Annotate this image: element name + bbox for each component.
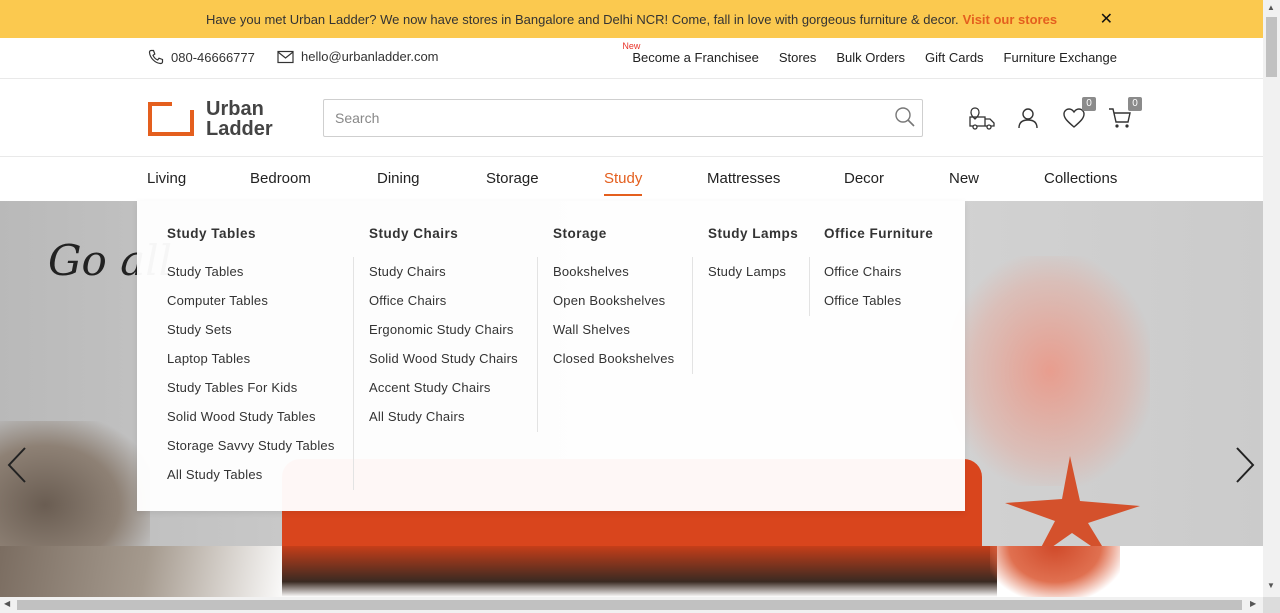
menu-column-title[interactable]: Office Furniture (824, 226, 933, 241)
email-contact[interactable]: hello@urbanladder.com (277, 49, 439, 64)
nav-item-collections[interactable]: Collections (1044, 170, 1117, 187)
menu-link[interactable]: Closed Bookshelves (553, 351, 674, 380)
menu-link[interactable]: All Study Tables (167, 467, 335, 496)
menu-link[interactable]: Office Tables (824, 293, 902, 322)
menu-column-list: Study Tables Computer Tables Study Sets … (167, 264, 335, 496)
hero-driftwood-lower (0, 546, 290, 597)
menu-link[interactable]: Study Sets (167, 322, 335, 351)
utility-bar: 080-46666777 hello@urbanladder.com New Be… (0, 38, 1263, 79)
menu-link[interactable]: All Study Chairs (369, 409, 518, 438)
menu-divider (809, 257, 810, 316)
menu-link[interactable]: Storage Savvy Study Tables (167, 438, 335, 467)
logo-text: Urban Ladder (206, 98, 273, 140)
stores-link[interactable]: Stores (779, 50, 817, 65)
logo-mark (148, 102, 194, 136)
main-nav: Living Bedroom Dining Storage Study Matt… (0, 157, 1263, 201)
menu-column-title[interactable]: Study Tables (167, 226, 256, 241)
menu-column-title[interactable]: Study Lamps (708, 226, 798, 241)
search-box (323, 99, 923, 137)
cart-count: 0 (1128, 97, 1142, 111)
bulk-orders-link[interactable]: Bulk Orders (836, 50, 905, 65)
menu-link[interactable]: Wall Shelves (553, 322, 674, 351)
franchisee-link[interactable]: New Become a Franchisee (622, 41, 758, 65)
menu-link[interactable]: Study Tables For Kids (167, 380, 335, 409)
nav-item-dining[interactable]: Dining (377, 170, 420, 187)
menu-column-list: Office Chairs Office Tables (824, 264, 902, 322)
wishlist-count: 0 (1082, 97, 1096, 111)
user-icon (1018, 108, 1038, 129)
menu-link[interactable]: Accent Study Chairs (369, 380, 518, 409)
hero-banner-lower (0, 546, 1263, 597)
menu-link[interactable]: Office Chairs (824, 264, 902, 293)
scroll-down-icon[interactable]: ▼ (1267, 581, 1275, 590)
menu-divider (353, 257, 354, 490)
scroll-up-icon[interactable]: ▲ (1267, 3, 1275, 12)
gift-cards-link[interactable]: Gift Cards (925, 50, 984, 65)
menu-link[interactable]: Study Tables (167, 264, 335, 293)
scroll-right-icon[interactable]: ▶ (1250, 599, 1256, 608)
nav-item-new[interactable]: New (949, 170, 979, 187)
menu-divider (537, 257, 538, 432)
menu-link[interactable]: Solid Wood Study Tables (167, 409, 335, 438)
chevron-left-icon[interactable] (6, 446, 28, 489)
menu-link[interactable]: Solid Wood Study Chairs (369, 351, 518, 380)
menu-link[interactable]: Study Lamps (708, 264, 786, 293)
header-icons: 0 0 (968, 97, 1142, 131)
account-button[interactable] (1014, 105, 1042, 131)
horizontal-scrollbar[interactable]: ◀ ▶ (0, 597, 1263, 613)
nav-item-decor[interactable]: Decor (844, 170, 884, 187)
phone-contact[interactable]: 080-46666777 (148, 49, 255, 65)
vertical-scrollbar[interactable]: ▲ ▼ (1263, 0, 1280, 613)
chevron-right-icon[interactable] (1234, 446, 1256, 489)
phone-icon (148, 49, 164, 65)
scroll-thumb[interactable] (17, 600, 1242, 610)
scroll-thumb[interactable] (1266, 17, 1277, 77)
menu-link[interactable]: Open Bookshelves (553, 293, 674, 322)
site-header: Urban Ladder 0 0 (0, 79, 1263, 157)
email-address: hello@urbanladder.com (301, 49, 439, 64)
logo[interactable]: Urban Ladder (148, 99, 273, 139)
menu-column-list: Bookshelves Open Bookshelves Wall Shelve… (553, 264, 674, 380)
menu-divider (692, 257, 693, 374)
hero-starfish-image (1005, 456, 1140, 546)
announcement-bar: Have you met Urban Ladder? We now have s… (0, 0, 1263, 38)
nav-item-study[interactable]: Study (604, 170, 643, 196)
menu-link[interactable]: Laptop Tables (167, 351, 335, 380)
menu-link[interactable]: Bookshelves (553, 264, 674, 293)
menu-link[interactable]: Computer Tables (167, 293, 335, 322)
nav-item-bedroom[interactable]: Bedroom (250, 170, 311, 187)
scrollbar-corner (1263, 597, 1280, 613)
menu-link[interactable]: Study Chairs (369, 264, 518, 293)
wishlist-button[interactable]: 0 (1060, 97, 1096, 131)
delivery-truck-icon (969, 107, 995, 130)
furniture-exchange-link[interactable]: Furniture Exchange (1004, 50, 1117, 65)
hero-starfish-lower (990, 546, 1120, 597)
hero-sofa-lower (282, 546, 997, 597)
new-tag: New (622, 41, 641, 51)
search-input[interactable] (324, 100, 864, 136)
nav-item-storage[interactable]: Storage (486, 170, 539, 187)
nav-item-living[interactable]: Living (147, 170, 186, 187)
menu-column-title[interactable]: Study Chairs (369, 226, 458, 241)
menu-column-list: Study Chairs Office Chairs Ergonomic Stu… (369, 264, 518, 438)
mail-icon (277, 50, 294, 63)
phone-number: 080-46666777 (171, 49, 255, 65)
study-mega-menu: Study Tables Study Tables Computer Table… (137, 201, 965, 511)
utility-links: New Become a Franchisee Stores Bulk Order… (622, 41, 1117, 65)
menu-link[interactable]: Office Chairs (369, 293, 518, 322)
close-icon[interactable]: ✕ (1100, 9, 1113, 29)
menu-column-title[interactable]: Storage (553, 226, 607, 241)
scroll-left-icon[interactable]: ◀ (4, 599, 10, 608)
cart-button[interactable]: 0 (1106, 97, 1142, 131)
announcement-text: Have you met Urban Ladder? We now have s… (205, 11, 959, 27)
search-icon[interactable] (894, 106, 916, 133)
track-order-button[interactable] (968, 105, 996, 131)
nav-item-mattresses[interactable]: Mattresses (707, 170, 780, 187)
menu-link[interactable]: Ergonomic Study Chairs (369, 322, 518, 351)
menu-column-list: Study Lamps (708, 264, 786, 293)
visit-stores-link[interactable]: Visit our stores (963, 12, 1057, 27)
